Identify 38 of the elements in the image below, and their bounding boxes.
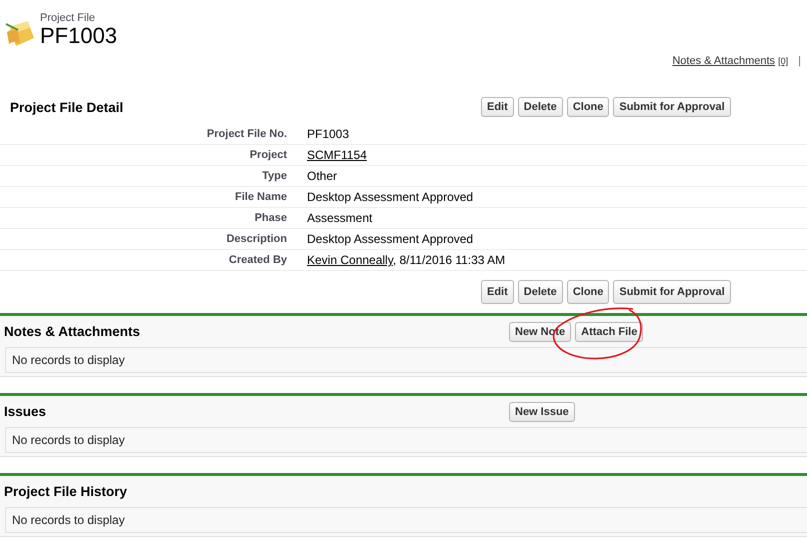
- record-link[interactable]: SCMF1154: [307, 148, 367, 162]
- section-title: Project File History: [3, 484, 128, 499]
- field-label: Description: [225, 233, 287, 245]
- field-label: Created By: [228, 254, 287, 266]
- action-button[interactable]: Clone: [566, 280, 610, 304]
- action-button[interactable]: Delete: [518, 280, 563, 304]
- field-label: File Name: [234, 191, 287, 203]
- field-value: Desktop Assessment Approved: [307, 190, 474, 204]
- field-value: , 8/11/2016 11:33 AM: [392, 253, 506, 267]
- record-title: PF1003: [40, 24, 118, 48]
- field-value: Other: [307, 169, 338, 183]
- field-label: Project: [248, 149, 287, 161]
- field-value: Desktop Assessment Approved: [307, 232, 474, 246]
- field-value: Assessment: [307, 211, 372, 225]
- count-label: [0]: [778, 56, 788, 66]
- empty-message: No records to display: [5, 347, 807, 373]
- field-value: PF1003: [307, 127, 350, 141]
- field-label: Project File No.: [206, 128, 287, 140]
- action-button[interactable]: Attach File: [575, 322, 644, 342]
- related-list-link[interactable]: Notes & Attachments: [672, 55, 776, 67]
- action-button[interactable]: Delete: [518, 97, 563, 117]
- action-button[interactable]: Edit: [481, 97, 514, 117]
- record-link[interactable]: Kevin Conneally: [307, 253, 393, 267]
- action-button[interactable]: Edit: [481, 280, 514, 304]
- notepad-icon: [4, 18, 36, 48]
- section-title: Issues: [3, 404, 48, 419]
- section-title: Notes & Attachments: [3, 324, 142, 339]
- action-button[interactable]: Submit for Approval: [613, 97, 731, 117]
- action-button[interactable]: New Issue: [509, 402, 575, 422]
- empty-message: No records to display: [5, 507, 807, 533]
- action-button[interactable]: Submit for Approval: [613, 280, 731, 304]
- field-label: Type: [261, 170, 287, 182]
- field-label: Phase: [254, 212, 287, 224]
- link-separator: |: [798, 55, 801, 67]
- empty-message: No records to display: [5, 427, 807, 453]
- section-title: Project File Detail: [9, 100, 124, 114]
- action-button[interactable]: Clone: [566, 97, 610, 117]
- object-type-label: Project File: [40, 12, 96, 24]
